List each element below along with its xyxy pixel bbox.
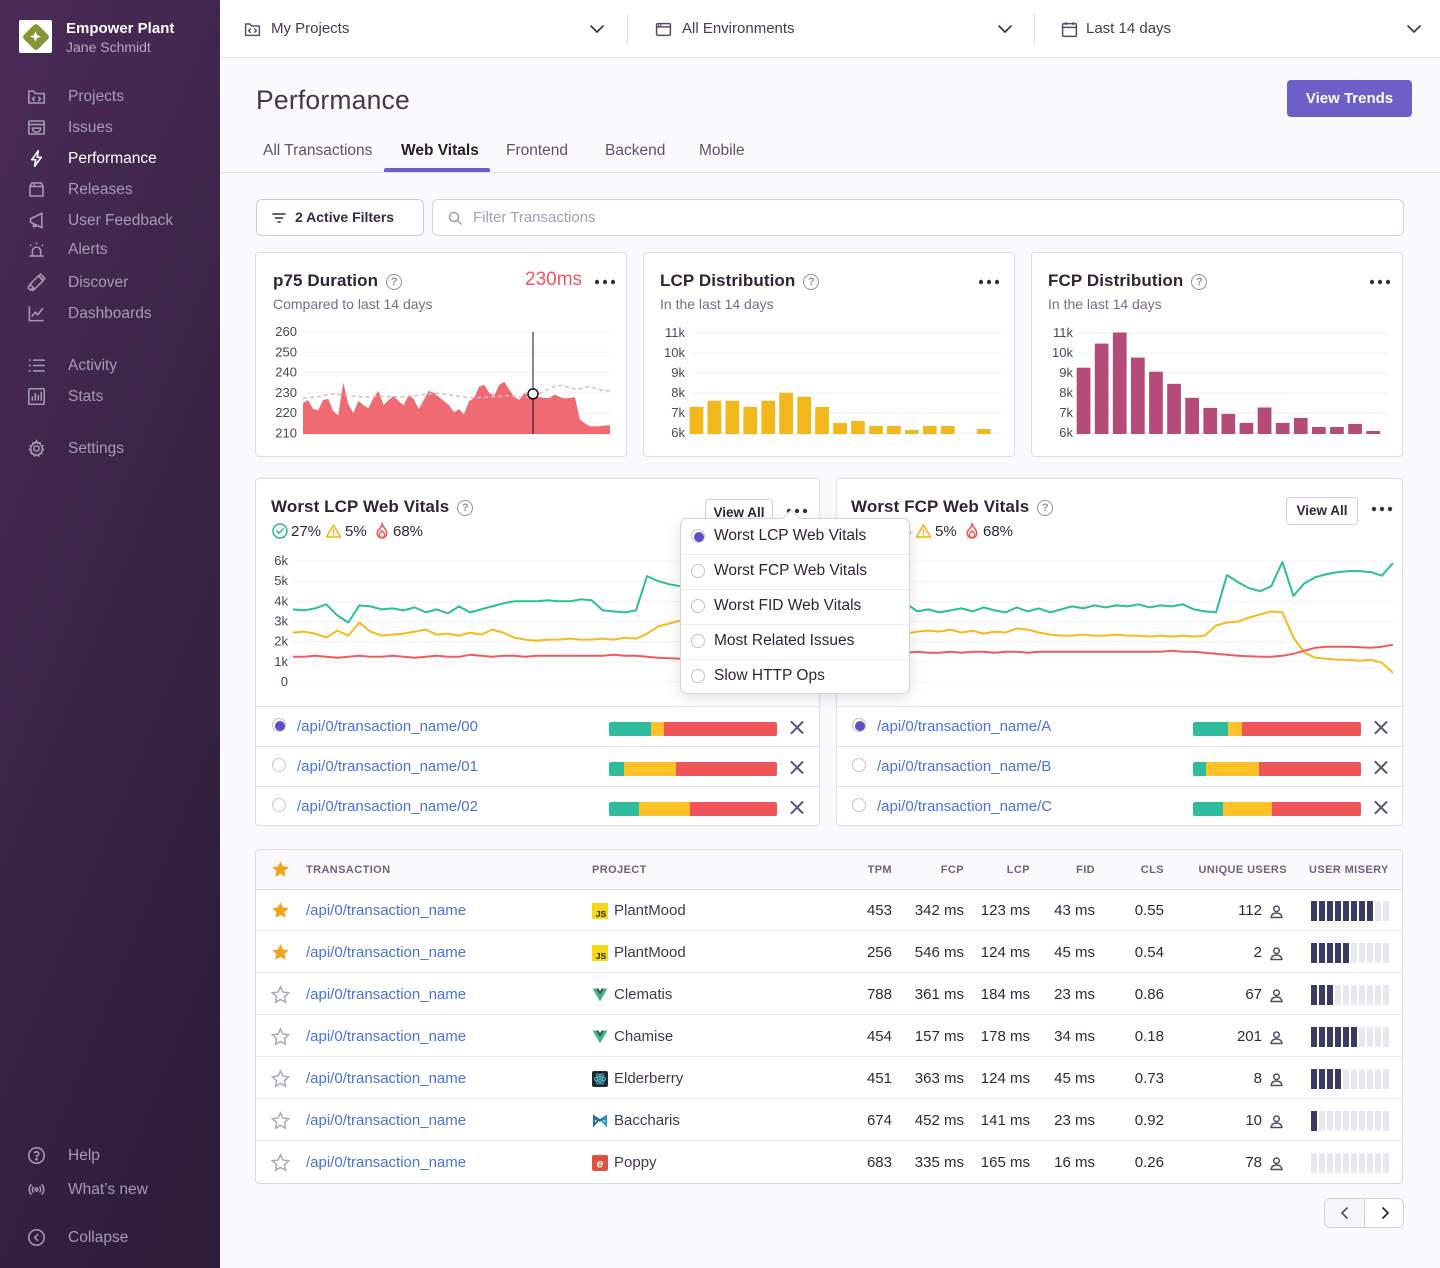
svg-text:3k: 3k <box>274 614 288 629</box>
svg-text:220: 220 <box>275 405 297 420</box>
svg-text:9k: 9k <box>671 365 685 380</box>
svg-text:e: e <box>597 1157 604 1171</box>
svg-text:10k: 10k <box>664 345 685 360</box>
svg-text:6k: 6k <box>671 425 685 440</box>
svg-text:9k: 9k <box>1059 365 1073 380</box>
svg-text:7k: 7k <box>1059 405 1073 420</box>
svg-text:JS: JS <box>596 951 607 961</box>
svg-text:11k: 11k <box>1053 325 1073 340</box>
svg-text:7k: 7k <box>671 405 685 420</box>
svg-text:8k: 8k <box>1059 385 1073 400</box>
svg-text:240: 240 <box>275 365 297 380</box>
svg-text:8k: 8k <box>671 385 685 400</box>
svg-text:11k: 11k <box>665 325 685 340</box>
svg-text:2k: 2k <box>274 634 288 649</box>
svg-text:6k: 6k <box>1059 425 1073 440</box>
svg-text:260: 260 <box>275 324 297 339</box>
svg-text:230: 230 <box>275 385 297 400</box>
svg-text:4k: 4k <box>274 593 288 608</box>
svg-text:10k: 10k <box>1052 345 1073 360</box>
svg-text:210: 210 <box>275 426 297 441</box>
svg-text:5k: 5k <box>274 573 288 588</box>
svg-text:1k: 1k <box>274 654 288 669</box>
svg-text:JS: JS <box>596 909 607 919</box>
svg-text:0: 0 <box>281 674 288 689</box>
svg-text:6k: 6k <box>274 553 288 568</box>
svg-text:250: 250 <box>275 344 297 359</box>
